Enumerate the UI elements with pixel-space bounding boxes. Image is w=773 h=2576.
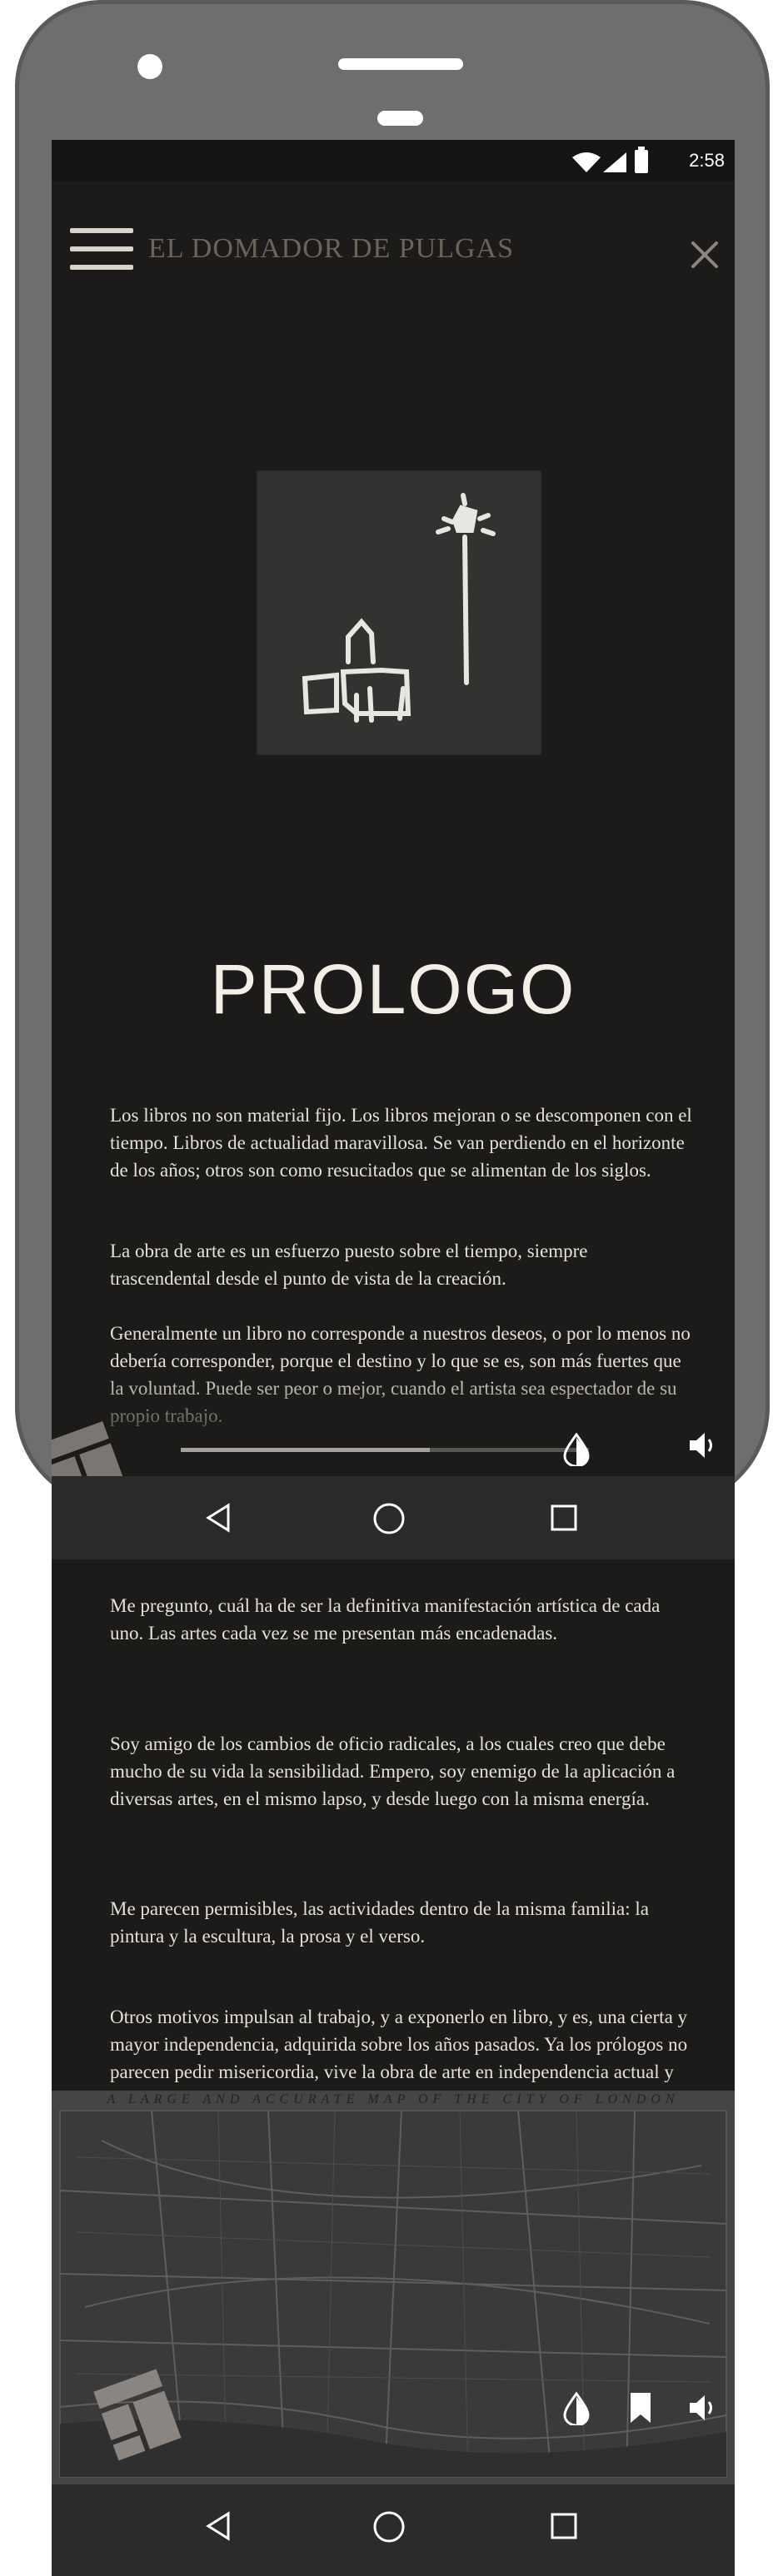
recents-icon[interactable] [547, 1501, 581, 1534]
app-screen: 2:58 EL DOMADOR DE PULGAS PROLOGO Los li… [52, 140, 735, 2576]
status-time: 2:58 [689, 150, 725, 171]
paragraph: Me parecen permisibles, las actividades … [110, 1898, 649, 1947]
text-fade-overlay [52, 1372, 735, 1439]
app-logo-icon [93, 2369, 182, 2461]
earpiece-speaker [338, 58, 463, 70]
status-bar: 2:58 [52, 140, 735, 182]
battery-icon [635, 147, 648, 173]
volume-icon[interactable] [686, 1429, 720, 1462]
app-title: EL DOMADOR DE PULGAS [148, 233, 515, 264]
volume-icon[interactable] [686, 2391, 720, 2424]
recents-icon[interactable] [547, 2509, 581, 2543]
paragraph: La obra de arte es un esfuerzo puesto so… [110, 1241, 588, 1289]
proximity-sensor [377, 111, 423, 126]
home-icon[interactable] [372, 2509, 406, 2544]
paragraph: Soy amigo de los cambios de oficio radic… [110, 1733, 676, 1809]
android-nav-bar [52, 2484, 735, 2576]
android-nav-bar [52, 1476, 735, 1559]
bookmark-icon[interactable] [628, 2391, 653, 2424]
home-icon[interactable] [372, 1501, 406, 1536]
contrast-icon[interactable] [561, 1433, 591, 1466]
app-bar: EL DOMADOR DE PULGAS [52, 182, 735, 273]
paragraph: Los libros no son material fijo. Los lib… [110, 1105, 692, 1181]
front-camera [137, 54, 162, 79]
reading-progress-fill [181, 1448, 430, 1452]
chapter-title: PROLOGO [210, 950, 576, 1028]
back-icon[interactable] [202, 1501, 235, 1534]
signal-icon [603, 152, 626, 172]
back-icon[interactable] [202, 2509, 235, 2543]
paragraph: Me pregunto, cuál ha de ser la definitiv… [110, 1595, 661, 1644]
wifi-icon [572, 152, 601, 172]
map-caption: A LARGE AND ACCURATE MAP OF THE CITY OF … [107, 2092, 680, 2106]
chapter-illustration [257, 470, 541, 755]
menu-icon[interactable] [70, 228, 133, 271]
close-icon[interactable] [690, 240, 720, 270]
contrast-icon[interactable] [561, 2392, 591, 2425]
